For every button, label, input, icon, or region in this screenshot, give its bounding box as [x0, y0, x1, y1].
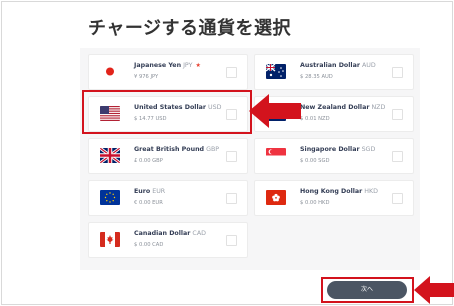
currency-card-jpy[interactable]: Japanese Yen JPY ★ ¥ 976 JPY — [88, 54, 248, 90]
currency-card-sgd[interactable]: Singapore Dollar SGD $ 0.00 SGD — [254, 138, 414, 174]
usd-highlight-box — [82, 90, 252, 134]
currency-balance: $ 0.01 NZD — [300, 116, 330, 122]
currency-code: GBP — [206, 146, 220, 153]
select-checkbox[interactable] — [392, 193, 403, 204]
currency-balance: $ 0.00 SGD — [300, 158, 330, 164]
currency-card-gbp[interactable]: Great British Pound GBP £ 0.00 GBP — [88, 138, 248, 174]
currency-card-hkd[interactable]: Hong Kong Dollar HKD $ 0.00 HKD — [254, 180, 414, 216]
select-checkbox[interactable] — [226, 235, 237, 246]
select-checkbox[interactable] — [392, 67, 403, 78]
currency-name: Canadian Dollar — [134, 230, 191, 237]
select-checkbox[interactable] — [226, 151, 237, 162]
select-checkbox[interactable] — [392, 109, 403, 120]
select-checkbox[interactable] — [226, 67, 237, 78]
australia-flag-icon — [266, 64, 286, 79]
currency-card-aud[interactable]: Australian Dollar AUD $ 28.35 AUD — [254, 54, 414, 90]
currency-name: Hong Kong Dollar — [300, 188, 363, 195]
currency-name: Australian Dollar — [300, 62, 360, 69]
pointer-arrow-icon — [414, 276, 454, 304]
currency-name: Euro — [134, 188, 151, 195]
currency-balance: $ 28.35 AUD — [300, 74, 333, 80]
uk-flag-icon — [100, 148, 120, 163]
canada-flag-icon — [100, 232, 120, 247]
eu-flag-icon — [100, 190, 120, 205]
currency-name: Singapore Dollar — [300, 146, 360, 153]
currency-card-cad[interactable]: Canadian Dollar CAD $ 0.00 CAD — [88, 222, 248, 258]
currency-card-eur[interactable]: Euro EUR € 0.00 EUR — [88, 180, 248, 216]
singapore-flag-icon — [266, 148, 286, 163]
currency-code: AUD — [361, 62, 376, 69]
currency-name: Japanese Yen — [134, 62, 182, 69]
currency-grid: Japanese Yen JPY ★ ¥ 976 JPY Australian Do… — [80, 48, 420, 270]
currency-code: JPY — [183, 62, 193, 69]
currency-code: SGD — [361, 146, 376, 153]
currency-code: CAD — [192, 230, 206, 237]
next-button[interactable]: 次へ — [327, 281, 407, 299]
select-checkbox[interactable] — [226, 193, 237, 204]
currency-balance: € 0.00 EUR — [134, 200, 163, 206]
currency-name: New Zealand Dollar — [300, 104, 370, 111]
pointer-arrow-icon — [249, 94, 301, 128]
hong-kong-flag-icon — [266, 190, 286, 205]
page-title: チャージする通貨を選択 — [88, 18, 291, 39]
currency-balance: $ 0.00 HKD — [300, 200, 330, 206]
currency-balance: $ 0.00 CAD — [134, 242, 164, 248]
select-checkbox[interactable] — [392, 151, 403, 162]
japan-flag-icon — [100, 64, 120, 79]
currency-code: HKD — [364, 188, 378, 195]
favorite-star-icon: ★ — [195, 62, 201, 69]
currency-code: NZD — [371, 104, 386, 111]
currency-name: Great British Pound — [134, 146, 205, 153]
currency-code: EUR — [152, 188, 166, 195]
currency-balance: £ 0.00 GBP — [134, 158, 163, 164]
currency-balance: ¥ 976 JPY — [134, 74, 159, 80]
